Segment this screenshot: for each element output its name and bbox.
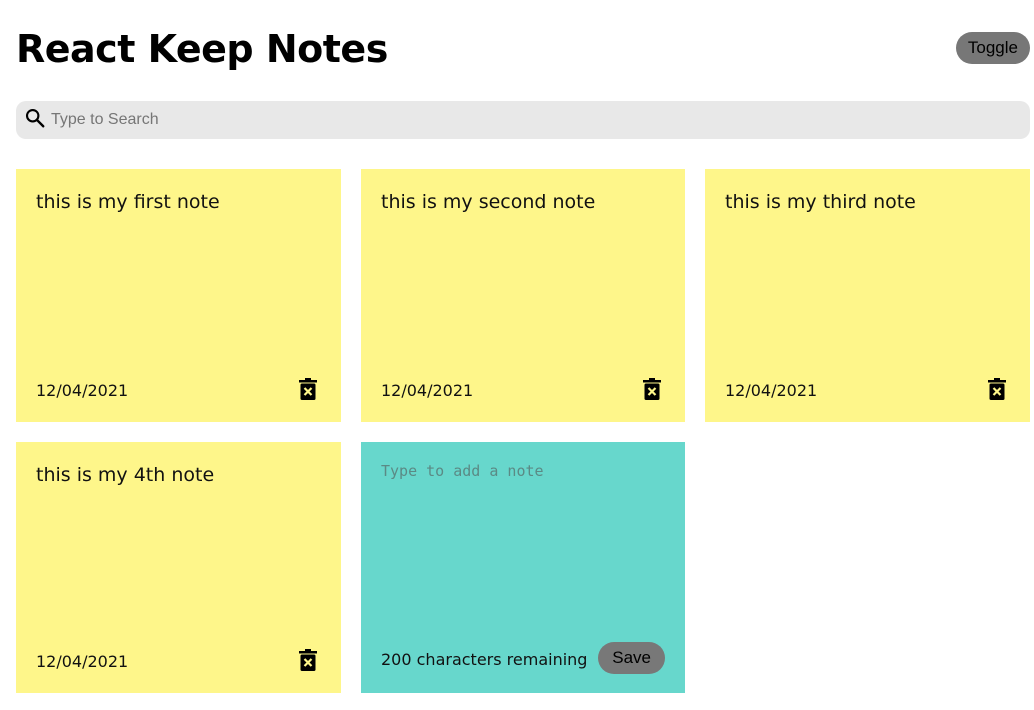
note-text: this is my third note [725, 191, 916, 213]
characters-remaining: 200 characters remaining [381, 650, 588, 669]
search-icon [24, 107, 46, 134]
delete-icon[interactable] [299, 378, 317, 400]
toggle-button[interactable]: Toggle [955, 32, 1030, 64]
delete-icon[interactable] [643, 378, 661, 400]
new-note-card: 200 characters remaining Save [361, 442, 685, 693]
page-title: React Keep Notes [16, 27, 388, 71]
header: React Keep Notes Toggle [16, 26, 1030, 76]
delete-icon[interactable] [299, 649, 317, 671]
delete-icon[interactable] [988, 378, 1006, 400]
note-date: 12/04/2021 [36, 381, 129, 400]
note-text: this is my second note [381, 191, 596, 213]
note-card: this is my third note 12/04/2021 [705, 169, 1030, 422]
search-input[interactable] [51, 105, 951, 135]
save-button[interactable]: Save [598, 642, 665, 674]
note-date: 12/04/2021 [36, 652, 129, 671]
new-note-input[interactable] [381, 462, 665, 612]
note-date: 12/04/2021 [725, 381, 818, 400]
note-card: this is my second note 12/04/2021 [361, 169, 685, 422]
search-bar [16, 101, 1030, 139]
note-text: this is my first note [36, 191, 220, 213]
note-text: this is my 4th note [36, 464, 215, 486]
note-date: 12/04/2021 [381, 381, 474, 400]
note-card: this is my 4th note 12/04/2021 [16, 442, 341, 693]
note-card: this is my first note 12/04/2021 [16, 169, 341, 422]
